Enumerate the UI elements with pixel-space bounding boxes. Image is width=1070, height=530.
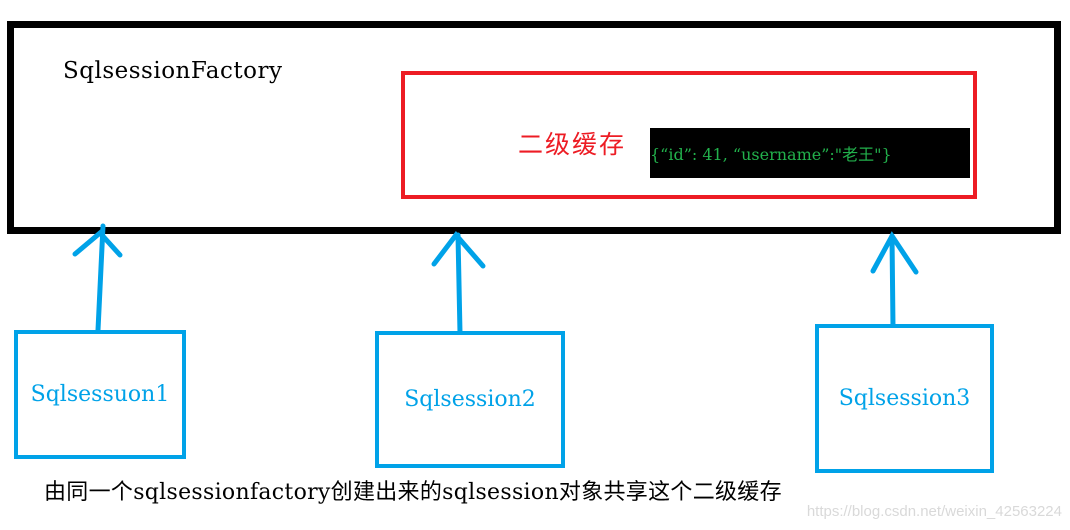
cache-label: 二级缓存 [518,130,627,159]
factory-title: SqlsessionFactory [63,58,283,84]
sqlsession-label: Sqlsessuon1 [30,382,170,407]
cache-entry-text: {“id”: 41, “username”:"老王"} [650,145,892,164]
sqlsession-box-2: Sqlsession2 [375,331,565,468]
sqlsession-label: Sqlsession2 [404,387,536,412]
arrow-up-icon [870,231,919,330]
arrow-up-icon [431,231,486,336]
caption-text: 由同一个sqlsessionfactory创建出来的sqlsession对象共享… [44,480,782,505]
sqlsession-box-1: Sqlsessuon1 [14,330,186,459]
sqlsession-label: Sqlsession3 [838,386,971,411]
cache-entry-box: {“id”: 41, “username”:"老王"} [650,128,970,178]
arrow-up-icon [72,223,123,333]
watermark: https://blog.csdn.net/weixin_42563224 [806,503,1062,520]
sqlsession-box-3: Sqlsession3 [815,324,994,473]
